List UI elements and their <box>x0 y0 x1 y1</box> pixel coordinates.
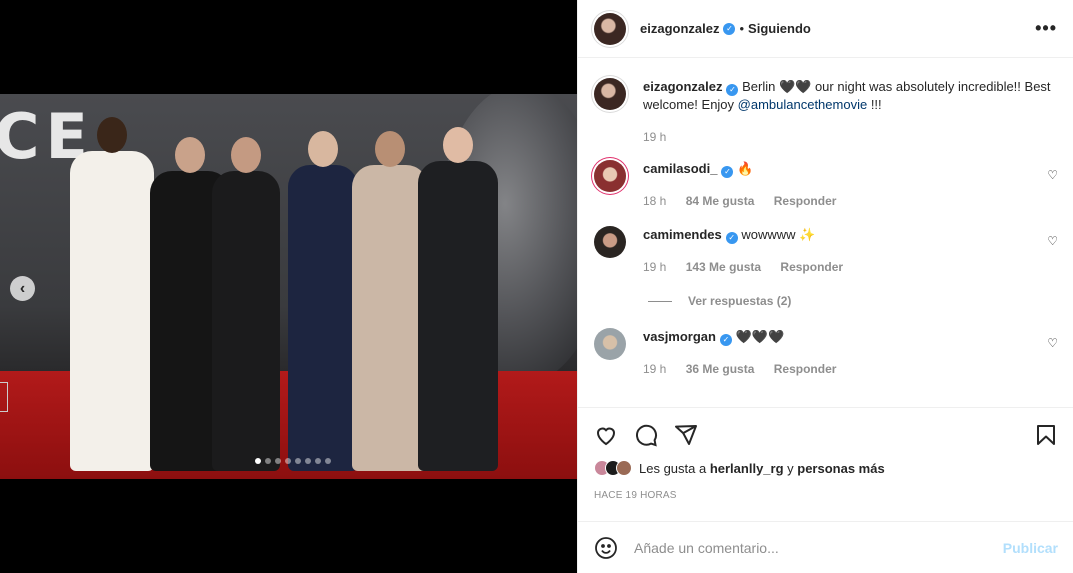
reply-button[interactable]: Responder <box>774 194 837 208</box>
caption-text: Berlin <box>742 79 776 94</box>
comment-text: 🔥 <box>737 161 754 176</box>
liker-username[interactable]: herlanlly_rg <box>710 461 784 476</box>
comment-time: 19 h <box>643 260 667 274</box>
post-caption: eizagonzalez ✓ Berlin 🖤🖤 our night was ab… <box>594 59 1058 146</box>
comment-username[interactable]: vasjmorgan <box>643 329 716 344</box>
post-details-panel: eizagonzalez ✓ • Siguiendo ••• eizagonza… <box>577 0 1073 573</box>
comment-likes[interactable]: 84 Me gusta <box>686 194 755 208</box>
comment-username[interactable]: camimendes <box>643 227 722 242</box>
caption-hearts: 🖤🖤 <box>778 79 812 94</box>
carousel-dot <box>285 458 291 464</box>
view-replies-label: Ver respuestas (2) <box>688 294 792 308</box>
comment: camilasodi_ ✓ 🔥 18 h 84 Me gusta Responde… <box>594 160 1058 210</box>
post-actions: Les gusta a herlanlly_rg y personas más … <box>578 407 1073 521</box>
comment: vasjmorgan ✓ 🖤🖤🖤 19 h 36 Me gusta Respond… <box>594 328 1058 378</box>
reply-button[interactable]: Responder <box>780 260 843 274</box>
emoji-icon[interactable] <box>594 536 618 560</box>
comment: camimendes ✓ wowwww ✨ 19 h 143 Me gusta R… <box>594 226 1058 276</box>
likes-prefix: Les gusta a <box>639 460 710 476</box>
heart-icon[interactable] <box>594 423 618 447</box>
verified-badge-icon: ✓ <box>725 232 738 244</box>
likes-middle: y <box>783 460 798 476</box>
share-icon[interactable] <box>674 423 698 447</box>
caption-time: 19 h <box>643 130 667 144</box>
carousel-dot <box>305 458 311 464</box>
person-figure <box>70 117 154 471</box>
comments-list[interactable]: eizagonzalez ✓ Berlin 🖤🖤 our night was ab… <box>578 59 1073 407</box>
carousel-dot <box>315 458 321 464</box>
avatar[interactable] <box>594 12 626 45</box>
previous-slide-button[interactable]: ‹ <box>10 276 35 301</box>
carousel-dot <box>265 458 271 464</box>
caption-text: !!! <box>867 97 882 112</box>
comment-text: 🖤🖤🖤 <box>735 329 785 344</box>
verified-badge-icon: ✓ <box>721 166 734 178</box>
separator-dot: • <box>739 21 745 36</box>
replies-divider <box>648 300 672 302</box>
person-figure <box>418 127 498 471</box>
edge-frame <box>0 382 8 412</box>
carousel-dot <box>275 458 281 464</box>
mention-link[interactable]: @ambulancethemovie <box>738 97 868 112</box>
add-comment-bar: Publicar <box>578 521 1073 573</box>
likes-summary: Les gusta a herlanlly_rg y personas más <box>594 460 1058 476</box>
carousel-dot <box>255 458 261 464</box>
chevron-left-icon: ‹ <box>19 279 26 297</box>
avatar[interactable] <box>594 226 626 258</box>
author-username[interactable]: eizagonzalez <box>640 21 719 36</box>
carousel-dot <box>295 458 301 464</box>
publish-button[interactable]: Publicar <box>1003 540 1058 556</box>
post-timestamp[interactable]: Hace 19 horas <box>594 490 1058 501</box>
liker-avatar[interactable] <box>616 460 632 476</box>
post-media: CE ‹ <box>0 0 577 573</box>
comment-input[interactable] <box>634 539 1003 556</box>
comment-time: 19 h <box>643 362 667 376</box>
avatar[interactable] <box>594 78 626 110</box>
like-comment-heart-icon[interactable]: ♡ <box>1047 234 1058 248</box>
avatar[interactable] <box>594 328 626 360</box>
comment-likes[interactable]: 36 Me gusta <box>686 362 755 376</box>
reply-button[interactable]: Responder <box>774 362 837 376</box>
comment-likes[interactable]: 143 Me gusta <box>686 260 761 274</box>
carousel-indicator <box>255 458 331 464</box>
caption-username[interactable]: eizagonzalez <box>643 79 722 94</box>
like-comment-heart-icon[interactable]: ♡ <box>1047 336 1058 350</box>
comment-time: 18 h <box>643 194 667 208</box>
comment-text: wowwww ✨ <box>741 227 816 242</box>
comment-username[interactable]: camilasodi_ <box>643 161 717 176</box>
person-figure <box>212 137 280 471</box>
post-header: eizagonzalez ✓ • Siguiendo ••• <box>578 0 1073 58</box>
verified-badge-icon: ✓ <box>723 22 736 35</box>
view-replies-button[interactable]: Ver respuestas (2) <box>648 294 1058 308</box>
person-figure <box>352 131 428 471</box>
bookmark-icon[interactable] <box>1034 423 1058 447</box>
more-horizontal-icon[interactable]: ••• <box>1035 18 1057 39</box>
person-figure <box>288 131 358 471</box>
post-photo[interactable]: CE <box>0 94 577 479</box>
following-button[interactable]: Siguiendo <box>748 21 811 36</box>
carousel-dot <box>325 458 331 464</box>
verified-badge-icon: ✓ <box>719 334 732 346</box>
other-likers-link[interactable]: personas más <box>797 461 884 476</box>
avatar[interactable] <box>594 160 626 192</box>
verified-badge-icon: ✓ <box>726 84 739 96</box>
comment-icon[interactable] <box>634 423 658 447</box>
like-comment-heart-icon[interactable]: ♡ <box>1047 168 1058 182</box>
